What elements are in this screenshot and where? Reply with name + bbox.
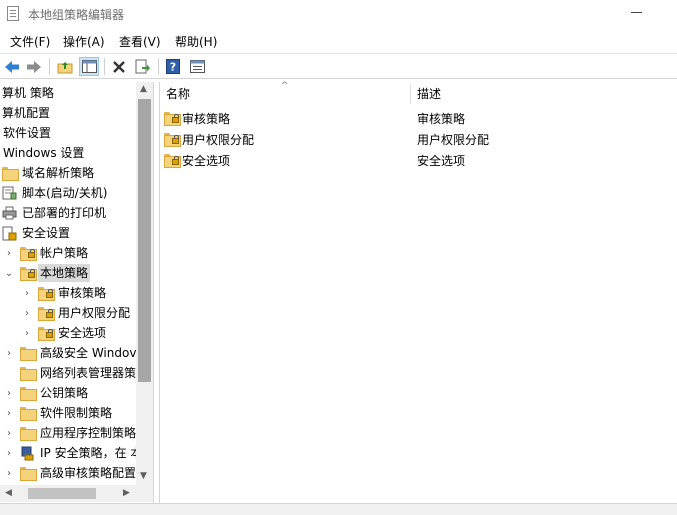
policy-editor-icon bbox=[7, 6, 19, 21]
policy-tree: 算机 策略 算机配置 软件设置 Windows 设置 域名解析策略 脚本(启动/… bbox=[0, 82, 136, 485]
folder-icon bbox=[20, 467, 37, 481]
status-bar bbox=[0, 503, 677, 515]
expand-chevron-icon[interactable]: › bbox=[4, 423, 14, 443]
locked-folder-icon bbox=[38, 287, 55, 301]
tree-item-security-settings[interactable]: 安全设置 bbox=[2, 223, 72, 243]
tree-scroll-thumb[interactable] bbox=[138, 99, 151, 382]
show-hide-tree-icon[interactable] bbox=[79, 57, 99, 76]
forward-arrow-icon[interactable] bbox=[24, 57, 44, 76]
delete-icon[interactable] bbox=[109, 57, 129, 76]
expand-chevron-icon[interactable]: › bbox=[4, 243, 14, 263]
security-settings-icon bbox=[2, 226, 17, 240]
tree-item-advanced-audit[interactable]: › 高级审核策略配置 bbox=[4, 463, 136, 483]
tree-hscroll-thumb[interactable] bbox=[28, 488, 96, 499]
expand-chevron-icon[interactable]: › bbox=[4, 463, 14, 483]
printer-icon bbox=[2, 206, 17, 220]
locked-folder-icon bbox=[164, 154, 181, 168]
tree-item-ip-security[interactable]: › IP 安全策略，在 本 bbox=[4, 443, 136, 463]
locked-folder-icon bbox=[164, 112, 181, 126]
list-item-description: 审核策略 bbox=[417, 111, 466, 126]
tree-item-security-options[interactable]: › 安全选项 bbox=[22, 323, 108, 343]
tree-item-user-rights[interactable]: › 用户权限分配 bbox=[22, 303, 132, 323]
tree-item-account-policies[interactable]: › 帐户策略 bbox=[4, 243, 90, 263]
scroll-down-arrow-icon[interactable]: ▼ bbox=[140, 471, 147, 481]
menu-view[interactable]: 查看(V) bbox=[118, 33, 162, 50]
folder-icon bbox=[20, 367, 37, 381]
scroll-right-arrow-icon[interactable]: ▶ bbox=[123, 488, 130, 498]
scroll-up-arrow-icon[interactable]: ▲ bbox=[140, 84, 147, 94]
title-bar: 本地组策略编辑器 bbox=[0, 0, 677, 28]
list-item-user-rights[interactable]: 用户权限分配 用户权限分配 bbox=[164, 129, 674, 149]
tree-item-audit-policy[interactable]: › 审核策略 bbox=[22, 283, 108, 303]
folder-icon bbox=[20, 407, 37, 421]
tree-item-advanced-firewall[interactable]: › 高级安全 Windov bbox=[4, 343, 136, 363]
tree-item-scripts[interactable]: 脚本(启动/关机) bbox=[2, 183, 109, 203]
locked-folder-icon bbox=[38, 307, 55, 321]
tree-item-windows-settings[interactable]: Windows 设置 bbox=[1, 143, 86, 163]
menu-bar: 文件(F) 操作(A) 查看(V) 帮助(H) bbox=[0, 30, 677, 52]
tree-item-app-control[interactable]: › 应用程序控制策略 bbox=[4, 423, 136, 443]
back-arrow-icon[interactable] bbox=[2, 57, 22, 76]
list-item-name: 安全选项 bbox=[182, 153, 231, 168]
expand-chevron-icon[interactable]: › bbox=[4, 443, 14, 463]
list-item-name: 审核策略 bbox=[182, 111, 231, 126]
tree-item-software-settings[interactable]: 软件设置 bbox=[1, 123, 53, 143]
expand-chevron-icon[interactable]: › bbox=[4, 403, 14, 423]
tree-item-computer-policy[interactable]: 算机 策略 bbox=[0, 83, 56, 103]
window-title: 本地组策略编辑器 bbox=[28, 8, 125, 22]
tree-item-name-resolution-policy[interactable]: 域名解析策略 bbox=[2, 163, 96, 183]
column-header-name[interactable]: 名称 bbox=[160, 82, 410, 106]
folder-icon bbox=[20, 427, 37, 441]
list-item-description: 安全选项 bbox=[417, 153, 466, 168]
list-item-description: 用户权限分配 bbox=[417, 132, 490, 147]
svg-text:?: ? bbox=[170, 61, 176, 74]
locked-folder-icon bbox=[164, 133, 181, 147]
expand-chevron-icon[interactable]: › bbox=[4, 383, 14, 403]
ip-security-icon bbox=[21, 446, 34, 460]
list-item-security-options[interactable]: 安全选项 安全选项 bbox=[164, 150, 674, 170]
expand-chevron-icon[interactable]: › bbox=[4, 343, 14, 363]
tree-item-network-list-manager[interactable]: 网络列表管理器策 bbox=[20, 363, 136, 383]
toolbar-separator bbox=[158, 58, 159, 75]
collapse-chevron-icon[interactable]: ⌄ bbox=[4, 263, 14, 283]
tree-item-software-restriction[interactable]: › 软件限制策略 bbox=[4, 403, 114, 423]
tree-item-local-policies[interactable]: ⌄ 本地策略 bbox=[4, 263, 91, 283]
tree-vertical-scrollbar[interactable]: ▲ ▼ bbox=[136, 82, 153, 485]
toolbar-separator bbox=[104, 58, 105, 75]
help-icon[interactable]: ? bbox=[163, 57, 183, 76]
tree-item-computer-config[interactable]: 算机配置 bbox=[0, 103, 52, 123]
list-item-name: 用户权限分配 bbox=[182, 132, 255, 147]
tree-horizontal-scrollbar[interactable]: ◀ ▶ bbox=[0, 485, 153, 502]
tree-pane: 算机 策略 算机配置 软件设置 Windows 设置 域名解析策略 脚本(启动/… bbox=[0, 82, 154, 503]
tree-item-public-key-policies[interactable]: › 公钥策略 bbox=[4, 383, 90, 403]
locked-folder-icon bbox=[20, 247, 37, 261]
folder-icon bbox=[2, 167, 19, 181]
toolbar: ? bbox=[0, 53, 677, 79]
locked-folder-icon bbox=[20, 267, 37, 281]
tree-item-deployed-printers[interactable]: 已部署的打印机 bbox=[2, 203, 108, 223]
expand-chevron-icon[interactable]: › bbox=[22, 283, 32, 303]
menu-help[interactable]: 帮助(H) bbox=[174, 33, 218, 50]
menu-action[interactable]: 操作(A) bbox=[62, 33, 106, 50]
menu-file[interactable]: 文件(F) bbox=[9, 33, 51, 50]
column-header-description[interactable]: 描述 bbox=[411, 82, 671, 106]
locked-folder-icon bbox=[38, 327, 55, 341]
folder-icon bbox=[20, 347, 37, 361]
properties-icon[interactable] bbox=[187, 57, 207, 76]
minimize-button[interactable] bbox=[631, 12, 642, 13]
toolbar-separator bbox=[49, 58, 50, 75]
details-pane: ^ 名称 描述 审核策略 审核策略 用户权限分配 用户权限分配 安全选项 安全选… bbox=[159, 81, 677, 503]
scroll-left-arrow-icon[interactable]: ◀ bbox=[5, 488, 12, 498]
folder-icon bbox=[20, 387, 37, 401]
script-icon bbox=[2, 186, 17, 200]
export-list-icon[interactable] bbox=[133, 57, 153, 76]
expand-chevron-icon[interactable]: › bbox=[22, 303, 32, 323]
list-item-audit-policy[interactable]: 审核策略 审核策略 bbox=[164, 108, 674, 128]
expand-chevron-icon[interactable]: › bbox=[22, 323, 32, 343]
up-folder-icon[interactable] bbox=[55, 57, 75, 76]
